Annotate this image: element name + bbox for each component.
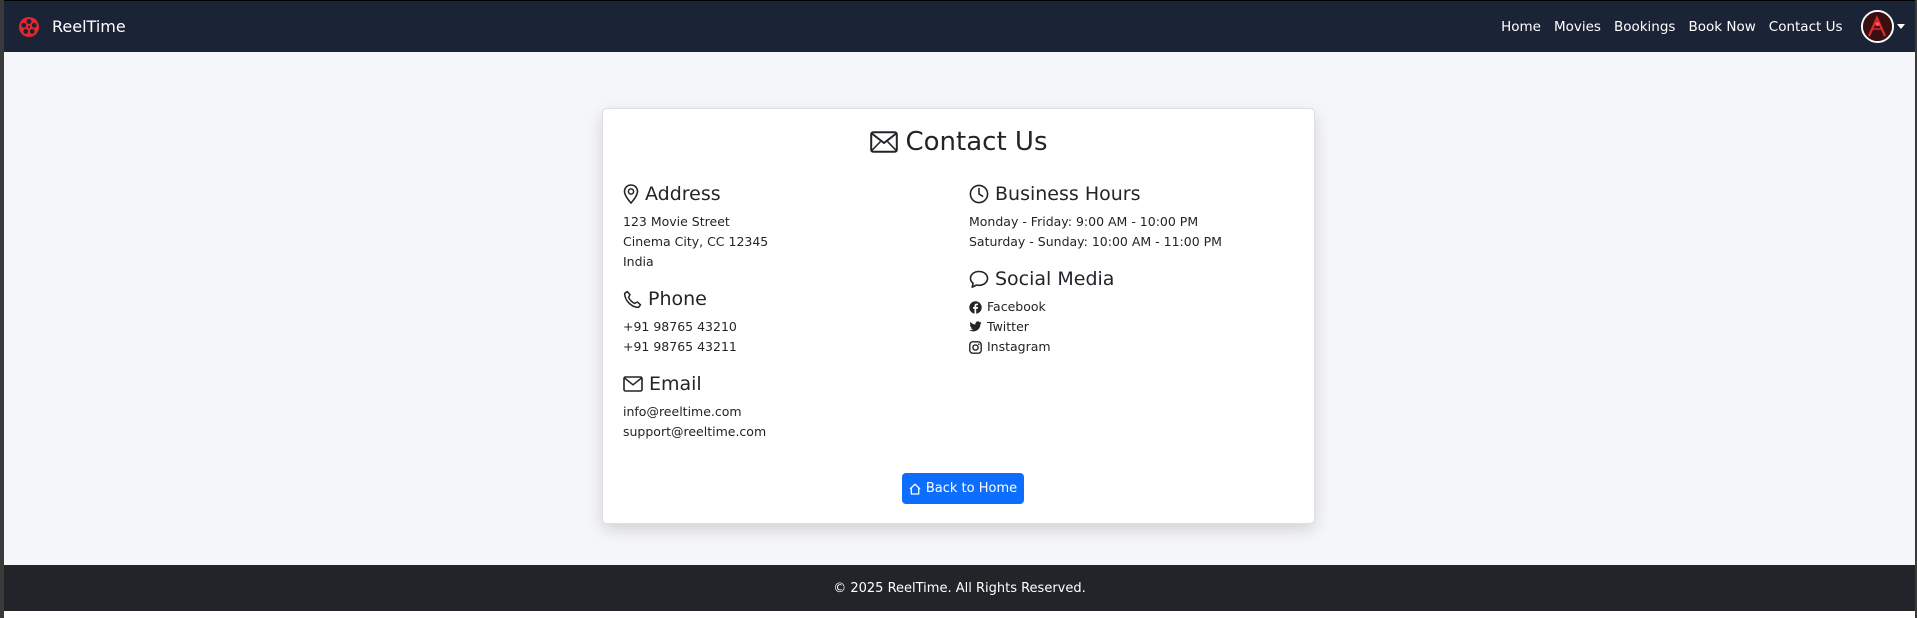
contact-right-column: Business Hours Monday - Friday: 9:00 AM … <box>969 181 1299 371</box>
social-link-label: Instagram <box>987 339 1051 354</box>
nav-movies[interactable]: Movies <box>1547 19 1607 35</box>
social-link-twitter[interactable]: Twitter <box>969 317 1299 337</box>
page-title-text: Contact Us <box>905 127 1048 157</box>
social-link-label: Twitter <box>987 319 1029 334</box>
hours-heading: Business Hours <box>969 181 1299 207</box>
instagram-icon <box>969 340 982 354</box>
phone-number: +91 98765 43210 <box>623 319 737 334</box>
social-link-label: Facebook <box>987 299 1046 314</box>
phone-section: Phone +91 98765 43210 +91 98765 43211 <box>623 286 953 357</box>
phone-icon <box>623 290 642 309</box>
back-to-home-button[interactable]: Back to Home <box>902 473 1024 504</box>
chat-bubble-icon <box>969 270 989 289</box>
hours-line: Monday - Friday: 9:00 AM - 10:00 PM <box>969 214 1199 229</box>
address-heading: Address <box>623 181 953 207</box>
page-bottom-edge <box>4 611 1915 618</box>
page-title: Contact Us <box>603 127 1314 157</box>
address-line: 123 Movie Street <box>623 214 730 229</box>
email-address: support@reeltime.com <box>623 424 767 439</box>
phone-heading-text: Phone <box>648 288 707 310</box>
brand-name: ReelTime <box>52 17 126 36</box>
clock-icon <box>969 184 989 204</box>
contact-card: Contact Us Address 123 Movie Street Cine… <box>602 108 1315 524</box>
envelope-icon <box>869 131 898 153</box>
social-link-instagram[interactable]: Instagram <box>969 337 1299 357</box>
phone-heading: Phone <box>623 286 953 312</box>
nav-contact-us[interactable]: Contact Us <box>1762 19 1849 35</box>
hours-heading-text: Business Hours <box>995 183 1141 205</box>
house-icon <box>909 483 921 495</box>
footer: © 2025 ReelTime. All Rights Reserved. <box>4 565 1915 611</box>
social-heading: Social Media <box>969 266 1299 292</box>
facebook-icon <box>969 300 982 314</box>
address-line: Cinema City, CC 12345 <box>623 234 769 249</box>
brand[interactable]: ReelTime <box>18 16 126 38</box>
address-section: Address 123 Movie Street Cinema City, CC… <box>623 181 953 272</box>
nav-links: Home Movies Bookings Book Now Contact Us <box>1495 10 1905 43</box>
nav-bookings[interactable]: Bookings <box>1607 19 1682 35</box>
address-line: India <box>623 254 654 269</box>
address-heading-text: Address <box>645 183 721 205</box>
footer-copyright: © 2025 ReelTime. All Rights Reserved. <box>833 580 1086 596</box>
email-heading-text: Email <box>649 373 702 395</box>
email-address: info@reeltime.com <box>623 404 742 419</box>
hours-line: Saturday - Sunday: 10:00 AM - 11:00 PM <box>969 234 1222 249</box>
chevron-down-icon <box>1897 24 1905 29</box>
twitter-icon <box>969 321 982 333</box>
phone-number: +91 98765 43211 <box>623 339 737 354</box>
envelope-icon <box>623 376 643 392</box>
user-menu-toggle[interactable] <box>1861 10 1905 43</box>
nav-home[interactable]: Home <box>1495 19 1548 35</box>
nav-book-now[interactable]: Book Now <box>1682 19 1762 35</box>
top-navbar: ReelTime Home Movies Bookings Book Now C… <box>4 0 1915 52</box>
back-to-home-label: Back to Home <box>925 481 1018 496</box>
location-pin-icon <box>623 184 639 204</box>
social-section: Social Media Facebook Twitter Instagram <box>969 266 1299 357</box>
film-reel-icon <box>18 16 40 38</box>
contact-left-column: Address 123 Movie Street Cinema City, CC… <box>623 181 953 456</box>
social-heading-text: Social Media <box>995 268 1115 290</box>
hours-section: Business Hours Monday - Friday: 9:00 AM … <box>969 181 1299 252</box>
social-link-facebook[interactable]: Facebook <box>969 297 1299 317</box>
email-heading: Email <box>623 371 953 397</box>
email-section: Email info@reeltime.com support@reeltime… <box>623 371 953 442</box>
avatar <box>1861 10 1894 43</box>
